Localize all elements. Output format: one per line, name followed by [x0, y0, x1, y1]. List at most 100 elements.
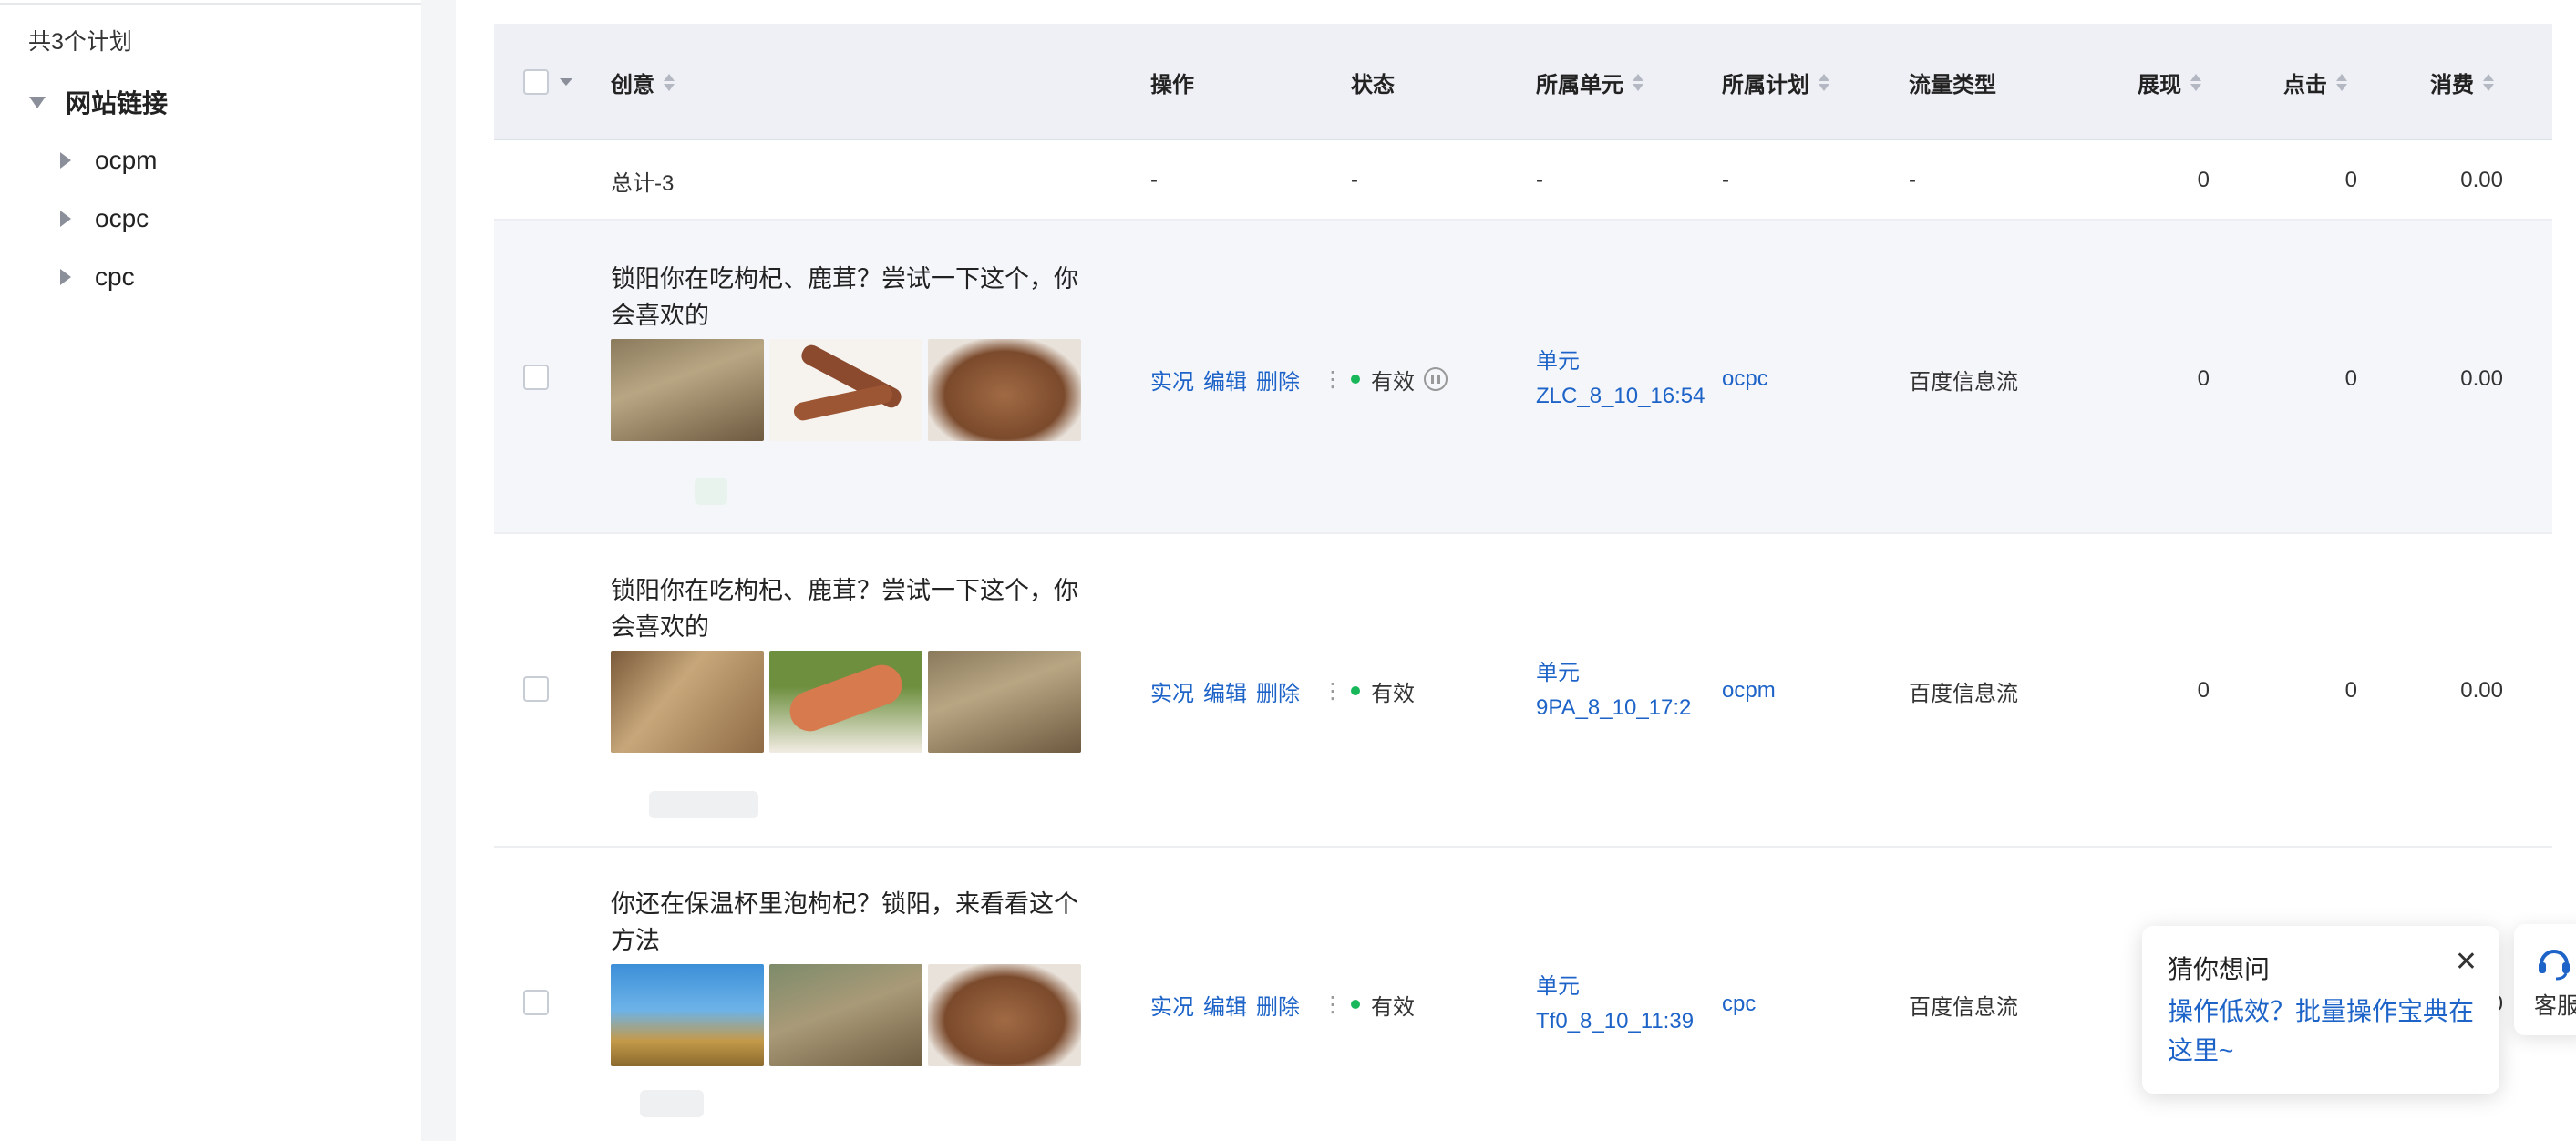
column-header-clicks[interactable]: 点击 [2283, 24, 2347, 140]
row-checkbox[interactable] [523, 990, 549, 1015]
expand-arrow-icon[interactable] [60, 152, 71, 169]
sort-icon[interactable] [664, 73, 675, 91]
tree-node-website-link[interactable]: 网站链接 [29, 82, 168, 122]
creative-image[interactable] [928, 339, 1081, 441]
creative-image[interactable] [611, 339, 764, 441]
tree-node-ocpc[interactable]: ocpc [60, 199, 149, 239]
impressions-value: 0 [2197, 678, 2210, 703]
creative-image[interactable] [611, 651, 764, 753]
column-header-creative[interactable]: 创意 [611, 24, 675, 140]
creative-title: 你还在保温杯里泡枸杞？锁阳，来看看这个方法 [611, 890, 1078, 954]
creative-image[interactable] [769, 964, 922, 1066]
creative-image[interactable] [611, 964, 764, 1066]
row-actions: 实况 编辑 删除 ⋮ [1150, 674, 1344, 707]
unit-link[interactable]: 单元Tf0_8_10_11:39 [1536, 970, 1709, 1039]
creative-image[interactable] [928, 964, 1081, 1066]
total-status: - [1351, 168, 1358, 192]
batch-ops-guide-link[interactable]: 操作低效？批量操作宝典在这里~ [2168, 992, 2478, 1070]
column-header-plan[interactable]: 所属计划 [1722, 24, 1829, 140]
total-unit: - [1536, 168, 1543, 192]
traffic-type: 百度信息流 [1909, 369, 2018, 395]
sort-icon[interactable] [2483, 73, 2494, 91]
creative-image[interactable] [769, 339, 922, 441]
status-cell: 有效 [1351, 363, 1448, 396]
table-row[interactable]: 锁阳你在吃枸杞、鹿茸？尝试一下这个，你会喜欢的 实况 编辑 删除 ⋮ 有效 单元… [494, 221, 2552, 534]
edit-button[interactable]: 编辑 [1203, 989, 1247, 1021]
table-row[interactable]: 锁阳你在吃枸杞、鹿茸？尝试一下这个，你会喜欢的 实况 编辑 删除 ⋮ 有效 单元… [494, 534, 2552, 848]
live-button[interactable]: 实况 [1150, 989, 1194, 1021]
live-button[interactable]: 实况 [1150, 675, 1194, 707]
total-cost: 0.00 [2460, 168, 2503, 192]
customer-service-button[interactable]: 客服 [2514, 924, 2576, 1035]
expand-arrow-icon[interactable] [60, 269, 71, 285]
select-all-checkbox[interactable] [523, 69, 549, 95]
column-label: 展现 [2138, 72, 2181, 98]
unit-link[interactable]: 单元ZLC_8_10_16:54 [1536, 344, 1709, 414]
blurred-tag [640, 1090, 704, 1117]
more-icon[interactable]: ⋮ [1322, 678, 1344, 704]
column-header-unit[interactable]: 所属单元 [1536, 24, 1643, 140]
status-text: 有效 [1371, 994, 1415, 1020]
delete-button[interactable]: 删除 [1256, 675, 1300, 707]
plan-tree-sidebar: 共3个计划 网站链接 ocpm ocpc cpc [0, 0, 421, 1141]
select-all-control[interactable] [523, 24, 572, 140]
status-dot-icon [1351, 1000, 1360, 1009]
column-label: 所属单元 [1536, 72, 1623, 98]
total-row: 总计-3 - - - - - 0 0 0.00 [494, 140, 2552, 221]
unit-link[interactable]: 单元9PA_8_10_17:2 [1536, 656, 1709, 725]
blurred-tag [695, 478, 727, 505]
column-label: 创意 [611, 72, 654, 98]
popup-title: 猜你想问 [2168, 955, 2271, 983]
creative-image[interactable] [769, 651, 922, 753]
more-icon[interactable]: ⋮ [1322, 366, 1344, 393]
column-label: 流量类型 [1909, 72, 1996, 98]
creative-title: 锁阳你在吃枸杞、鹿茸？尝试一下这个，你会喜欢的 [611, 265, 1078, 329]
creative-images [611, 339, 1081, 441]
creative-image[interactable] [928, 651, 1081, 753]
delete-button[interactable]: 删除 [1256, 364, 1300, 396]
creative-images [611, 964, 1081, 1066]
divider [0, 0, 421, 5]
column-label: 点击 [2283, 72, 2327, 98]
plan-link[interactable]: cpc [1722, 988, 1756, 1021]
row-actions: 实况 编辑 删除 ⋮ [1150, 363, 1344, 396]
expand-arrow-icon[interactable] [60, 211, 71, 227]
delete-button[interactable]: 删除 [1256, 989, 1300, 1021]
plan-count-label: 共3个计划 [28, 29, 132, 55]
impressions-value: 0 [2197, 366, 2210, 391]
live-button[interactable]: 实况 [1150, 364, 1194, 396]
sort-icon[interactable] [2190, 73, 2201, 91]
sort-icon[interactable] [1819, 73, 1829, 91]
clicks-value: 0 [2344, 366, 2357, 391]
status-text: 有效 [1371, 369, 1415, 395]
column-header-impressions[interactable]: 展现 [2138, 24, 2201, 140]
total-traffic: - [1909, 168, 1916, 192]
total-action: - [1150, 168, 1158, 192]
more-icon[interactable]: ⋮ [1322, 992, 1344, 1018]
creative-title: 锁阳你在吃枸杞、鹿茸？尝试一下这个，你会喜欢的 [611, 577, 1078, 641]
column-label: 操作 [1150, 72, 1194, 98]
tree-node-label: ocpc [95, 204, 149, 232]
traffic-type: 百度信息流 [1909, 994, 2018, 1020]
collapse-arrow-icon[interactable] [29, 96, 46, 108]
total-impressions: 0 [2197, 168, 2210, 192]
row-checkbox[interactable] [523, 365, 549, 390]
plan-link[interactable]: ocpm [1722, 674, 1776, 707]
traffic-type: 百度信息流 [1909, 681, 2018, 706]
close-icon[interactable]: ✕ [2455, 946, 2478, 978]
column-label: 所属计划 [1722, 72, 1809, 98]
row-checkbox[interactable] [523, 676, 549, 702]
tree-node-cpc[interactable]: cpc [60, 257, 135, 297]
pause-circle-icon[interactable] [1424, 367, 1448, 391]
tree-node-ocpm[interactable]: ocpm [60, 140, 157, 180]
plan-link[interactable]: ocpc [1722, 363, 1768, 396]
column-header-cost[interactable]: 消费 [2430, 24, 2494, 140]
sort-icon[interactable] [1633, 73, 1643, 91]
column-header-traffic: 流量类型 [1909, 24, 1996, 140]
sort-icon[interactable] [2336, 73, 2347, 91]
edit-button[interactable]: 编辑 [1203, 675, 1247, 707]
chevron-down-icon[interactable] [560, 78, 572, 86]
edit-button[interactable]: 编辑 [1203, 364, 1247, 396]
status-cell: 有效 [1351, 988, 1415, 1021]
row-actions: 实况 编辑 删除 ⋮ [1150, 988, 1344, 1021]
